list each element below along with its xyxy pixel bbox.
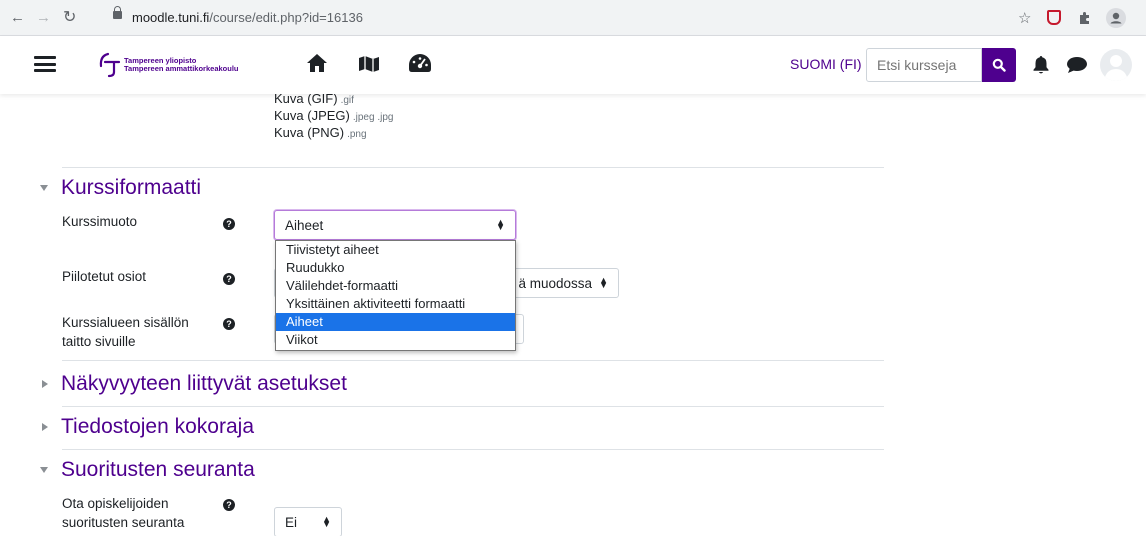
filetype-jpeg: Kuva (JPEG) .jpeg .jpg	[274, 108, 393, 123]
select-arrows-icon: ▲ ▼	[599, 275, 608, 290]
filetype-ext: .gif	[340, 95, 354, 106]
search-icon	[992, 58, 1006, 72]
help-icon[interactable]: ?	[223, 499, 235, 511]
language-menu[interactable]: SUOMI (FI)	[790, 56, 862, 72]
puzzle-icon[interactable]	[1077, 10, 1093, 26]
option-tiivistetyt-aiheet[interactable]: Tiivistetyt aiheet	[276, 241, 515, 259]
filetype-png: Kuva (PNG) .png	[274, 125, 367, 140]
course-edit-form: Kuva (GIF) .gif Kuva (JPEG) .jpeg .jpg Kuv…	[0, 94, 1146, 536]
caret-right-icon	[42, 380, 48, 388]
star-icon[interactable]: ☆	[1018, 9, 1031, 27]
caret-down-icon	[40, 185, 48, 191]
browser-toolbar: ← → ↻ moodle.tuni.fi/course/edit.php?id=…	[0, 0, 1146, 36]
section-title: Suoritusten seuranta	[61, 458, 255, 481]
forward-icon[interactable]: →	[36, 9, 51, 27]
select-value: Aiheet	[285, 218, 324, 233]
back-icon[interactable]: ←	[10, 9, 25, 27]
caret-down-icon	[40, 467, 48, 473]
profile-icon[interactable]	[1106, 8, 1126, 28]
section-header-kurssiformaatti[interactable]: Kurssiformaatti	[40, 176, 201, 200]
divider	[62, 406, 884, 407]
logo-text[interactable]: Tampereen yliopisto Tampereen ammattikor…	[124, 57, 239, 73]
help-icon[interactable]: ?	[223, 273, 235, 285]
select-arrows-icon: ▲ ▼	[322, 514, 331, 529]
lock-icon	[113, 6, 122, 19]
extension-shield-icon[interactable]	[1047, 10, 1061, 25]
reload-icon[interactable]: ↻	[63, 9, 76, 27]
url-text[interactable]: moodle.tuni.fi/course/edit.php?id=16136	[132, 10, 363, 25]
field-label-kurssimuoto: Kurssimuoto	[62, 214, 138, 229]
filetype-label: Kuva (GIF)	[274, 94, 338, 106]
filetype-gif: Kuva (GIF) .gif	[274, 94, 354, 106]
section-title: Tiedostojen kokoraja	[61, 415, 254, 438]
filetype-ext: .jpeg .jpg	[352, 112, 394, 123]
map-icon[interactable]	[358, 55, 380, 73]
section-header-nakyvyys[interactable]: Näkyvyyteen liittyvät asetukset	[40, 372, 347, 396]
filetype-ext: .png	[347, 129, 367, 140]
select-arrows-icon: ▲ ▼	[496, 217, 505, 232]
avatar[interactable]	[1100, 49, 1132, 81]
menu-icon[interactable]	[34, 56, 56, 72]
home-icon[interactable]	[306, 53, 328, 73]
help-icon[interactable]: ?	[223, 318, 235, 330]
option-aiheet[interactable]: Aiheet	[276, 313, 515, 331]
select-value: Ei	[285, 515, 298, 530]
url-path: /course/edit.php?id=16136	[209, 10, 363, 25]
course-format-select[interactable]: Aiheet ▲ ▼	[274, 210, 516, 240]
option-yksittainen-aktiviteetti[interactable]: Yksittäinen aktiviteetti formaatti	[276, 295, 515, 313]
section-header-suoritukset[interactable]: Suoritusten seuranta	[40, 458, 255, 482]
completion-tracking-select[interactable]: Ei ▲ ▼	[274, 507, 342, 536]
field-label-piilotetut: Piilotetut osiot	[62, 269, 147, 284]
caret-right-icon	[42, 423, 48, 431]
help-icon[interactable]: ?	[223, 218, 235, 230]
course-search-input[interactable]	[866, 48, 982, 82]
select-value: ä muodossa	[518, 276, 592, 291]
dashboard-icon[interactable]	[408, 53, 432, 73]
user-avatar-icon	[1104, 55, 1128, 81]
site-navbar: Tampereen yliopisto Tampereen ammattikor…	[0, 36, 1146, 94]
logo-icon[interactable]	[96, 50, 122, 78]
course-format-dropdown: Tiivistetyt aiheet Ruudukko Välilehdet-f…	[275, 240, 516, 351]
option-valilehdet-formaatti[interactable]: Välilehdet-formaatti	[276, 277, 515, 295]
logo-line-2: Tampereen ammattikorkeakoulu	[124, 64, 239, 73]
filetype-label: Kuva (PNG)	[274, 125, 345, 140]
url-host: moodle.tuni.fi	[132, 10, 210, 25]
divider	[62, 167, 884, 168]
section-title: Näkyvyyteen liittyvät asetukset	[61, 372, 347, 395]
option-viikot[interactable]: Viikot	[276, 331, 515, 349]
divider	[62, 449, 884, 450]
option-ruudukko[interactable]: Ruudukko	[276, 259, 515, 277]
field-label-taitto: Kurssialueen sisällön taitto sivuille	[62, 315, 189, 349]
filetype-label: Kuva (JPEG)	[274, 108, 350, 123]
field-label-seuranta: Ota opiskelijoiden suoritusten seuranta …	[62, 496, 185, 536]
chat-icon[interactable]	[1066, 56, 1088, 74]
divider	[62, 360, 884, 361]
section-title: Kurssiformaatti	[61, 176, 202, 199]
search-button[interactable]	[982, 48, 1016, 82]
bell-icon[interactable]	[1032, 55, 1050, 75]
section-header-tiedostot[interactable]: Tiedostojen kokoraja	[40, 415, 254, 439]
